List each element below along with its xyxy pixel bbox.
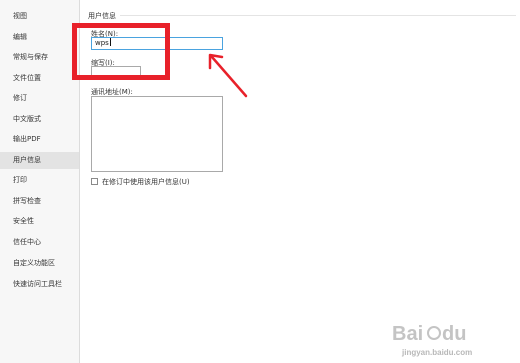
sidebar-item-chinese-layout[interactable]: 中文版式 bbox=[0, 111, 79, 128]
baidu-jingyan-logo-icon: Bai du bbox=[392, 323, 466, 345]
sidebar-item-revisions[interactable]: 修订 bbox=[0, 90, 79, 107]
annotation-arrow-icon bbox=[208, 53, 248, 98]
options-sidebar: 视图 编辑 常规与保存 文件位置 修订 中文版式 输出PDF 用户信息 打印 拼… bbox=[0, 0, 80, 363]
sidebar-item-general-save[interactable]: 常规与保存 bbox=[0, 49, 79, 66]
sidebar-item-user-info[interactable]: 用户信息 bbox=[0, 152, 79, 169]
sidebar-item-customize-ribbon[interactable]: 自定义功能区 bbox=[0, 255, 79, 272]
sidebar-item-spell-check[interactable]: 拼写检查 bbox=[0, 193, 79, 210]
use-info-in-revisions-checkbox[interactable] bbox=[91, 178, 98, 185]
sidebar-item-print[interactable]: 打印 bbox=[0, 172, 79, 189]
annotation-highlight-box bbox=[72, 23, 170, 80]
address-field[interactable] bbox=[91, 96, 223, 172]
sidebar-item-quick-access-toolbar[interactable]: 快速访问工具栏 bbox=[0, 276, 79, 293]
baidu-watermark: Bai du jingyan.baidu.com bbox=[390, 318, 520, 363]
sidebar-item-trust-center[interactable]: 信任中心 bbox=[0, 234, 79, 251]
section-divider bbox=[120, 15, 516, 16]
svg-text:Bai: Bai bbox=[392, 323, 423, 345]
sidebar-item-edit[interactable]: 编辑 bbox=[0, 29, 79, 46]
watermark-url: jingyan.baidu.com bbox=[402, 348, 473, 357]
sidebar-item-security[interactable]: 安全性 bbox=[0, 213, 79, 230]
use-info-in-revisions-label: 在修订中使用该用户信息(U) bbox=[102, 178, 190, 186]
sidebar-item-export-pdf[interactable]: 输出PDF bbox=[0, 131, 79, 148]
section-title: 用户信息 bbox=[88, 12, 116, 20]
svg-text:du: du bbox=[442, 323, 466, 345]
sidebar-item-file-locations[interactable]: 文件位置 bbox=[0, 70, 79, 87]
sidebar-item-view[interactable]: 视图 bbox=[0, 8, 79, 25]
